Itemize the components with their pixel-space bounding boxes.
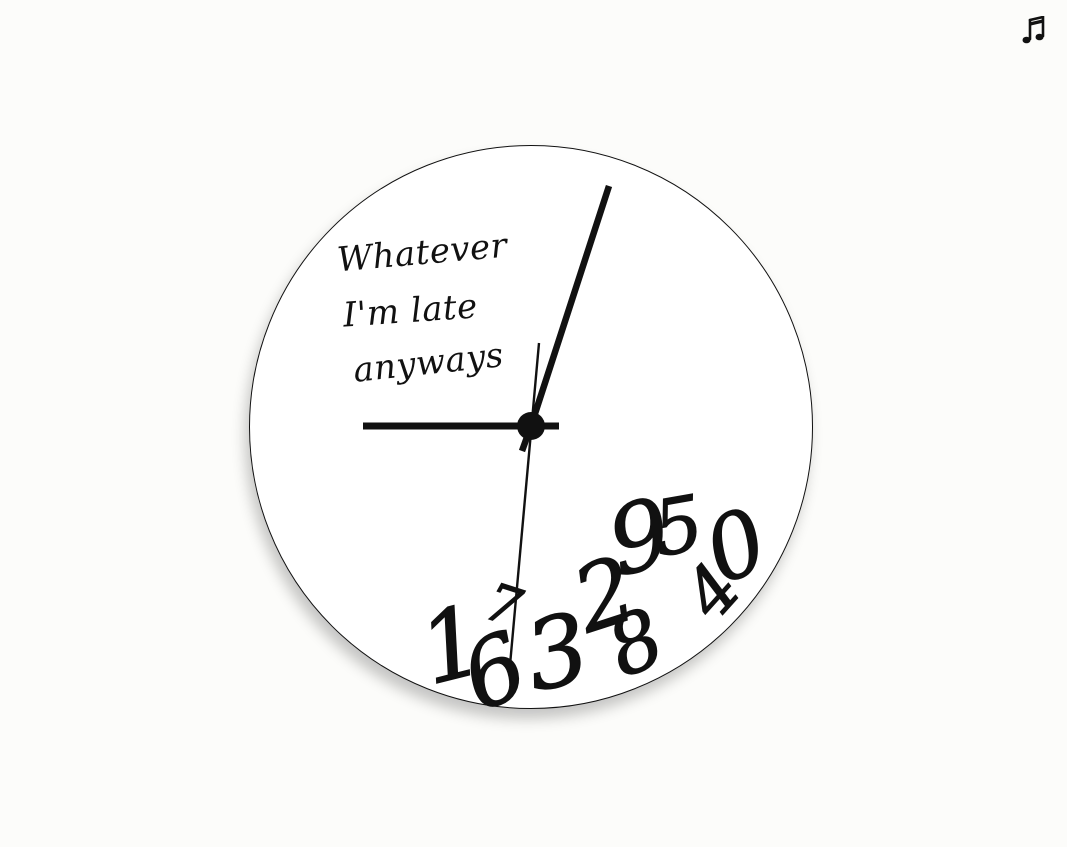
minute-hand [527, 184, 613, 428]
clock-drawing: 1 7 6 3 2 9 5 8 4 0 [363, 184, 782, 733]
clock: Whatever I'm late anyways 1 7 6 3 2 9 5 … [249, 145, 813, 733]
center-cap [517, 412, 545, 440]
music-note-icon [1022, 16, 1045, 44]
fallen-numerals: 1 7 6 3 2 9 5 8 4 0 [408, 477, 782, 733]
page: Whatever I'm late anyways 1 7 6 3 2 9 5 … [0, 0, 1067, 847]
music-toggle-button[interactable] [1018, 14, 1050, 48]
